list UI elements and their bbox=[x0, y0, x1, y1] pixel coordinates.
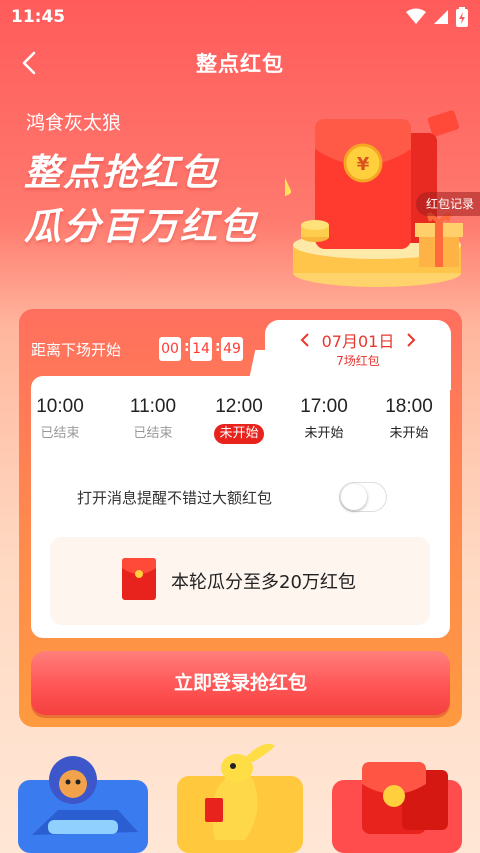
red-envelope-gift-card[interactable] bbox=[332, 740, 462, 853]
session-slot[interactable]: 11:00 已结束 bbox=[110, 396, 196, 444]
session-slot[interactable]: 10:00 已结束 bbox=[31, 396, 103, 444]
headline-primary: 整点抢红包 bbox=[24, 151, 219, 194]
reminder-row: 打开消息提醒不错过大额红包 bbox=[31, 480, 450, 514]
session-status: 已结束 bbox=[40, 426, 80, 441]
reminder-toggle[interactable] bbox=[339, 482, 387, 512]
prize-text: 本轮瓜分至多20万红包 bbox=[171, 572, 356, 593]
countdown-label: 距离下场开始 bbox=[31, 341, 122, 359]
session-panel: 10:00 已结束 11:00 已结束 12:00 未开始 17:00 未开始 … bbox=[31, 376, 450, 638]
countdown-separator: : bbox=[215, 339, 221, 355]
session-time: 18:00 bbox=[385, 396, 433, 417]
session-times[interactable]: 10:00 已结束 11:00 已结束 12:00 未开始 17:00 未开始 … bbox=[31, 396, 450, 452]
session-slot[interactable]: 12:00 未开始 bbox=[196, 396, 282, 444]
red-envelope-record-link[interactable]: 红包记录 bbox=[415, 192, 480, 216]
svg-text:¥: ¥ bbox=[357, 154, 370, 175]
countdown-separator: : bbox=[184, 339, 190, 355]
date-row: 07月01日 bbox=[265, 328, 451, 352]
countdown-minutes: 14 bbox=[190, 337, 212, 361]
next-date-arrow-icon[interactable] bbox=[404, 331, 418, 349]
headline-secondary: 瓜分百万红包 bbox=[24, 205, 258, 248]
status-bar: 11:45 bbox=[0, 0, 480, 34]
status-time: 11:45 bbox=[11, 7, 66, 27]
page-title: 整点红包 bbox=[196, 52, 284, 76]
kangaroo-mascot-card[interactable] bbox=[175, 740, 305, 853]
status-icons bbox=[406, 7, 468, 27]
countdown-seconds: 49 bbox=[221, 337, 243, 361]
session-time: 10:00 bbox=[36, 396, 84, 417]
red-envelope-icon bbox=[122, 558, 156, 600]
battery-icon bbox=[456, 7, 468, 27]
session-status: 未开始 bbox=[304, 426, 344, 441]
session-slot[interactable]: 17:00 未开始 bbox=[281, 396, 367, 444]
session-time: 17:00 bbox=[300, 396, 348, 417]
racing-mascot-card[interactable] bbox=[18, 740, 148, 853]
nav-bar: 整点红包 bbox=[0, 40, 480, 84]
session-time: 12:00 bbox=[215, 396, 263, 417]
toggle-knob bbox=[341, 484, 367, 510]
selected-date: 07月01日 bbox=[321, 332, 395, 351]
session-status: 未开始 bbox=[389, 426, 429, 441]
session-count: 7场红包 bbox=[336, 354, 380, 368]
login-grab-button[interactable]: 立即登录抢红包 bbox=[31, 651, 450, 715]
session-slot[interactable]: 18:00 未开始 bbox=[366, 396, 450, 444]
session-status: 未开始 bbox=[214, 424, 264, 444]
countdown-hours: 00 bbox=[159, 337, 181, 361]
wifi-icon bbox=[406, 8, 426, 24]
prev-date-arrow-icon[interactable] bbox=[298, 331, 312, 349]
session-status: 已结束 bbox=[133, 426, 173, 441]
signal-icon bbox=[434, 10, 448, 24]
reminder-label: 打开消息提醒不错过大额红包 bbox=[77, 489, 273, 507]
brand-name: 鸿食灰太狼 bbox=[26, 112, 122, 134]
prize-info-box: 本轮瓜分至多20万红包 bbox=[50, 537, 430, 625]
session-time: 11:00 bbox=[129, 396, 177, 417]
session-card: 距离下场开始 00 : 14 : 49 07月01日 7场红包 10:00 已结… bbox=[19, 309, 462, 727]
